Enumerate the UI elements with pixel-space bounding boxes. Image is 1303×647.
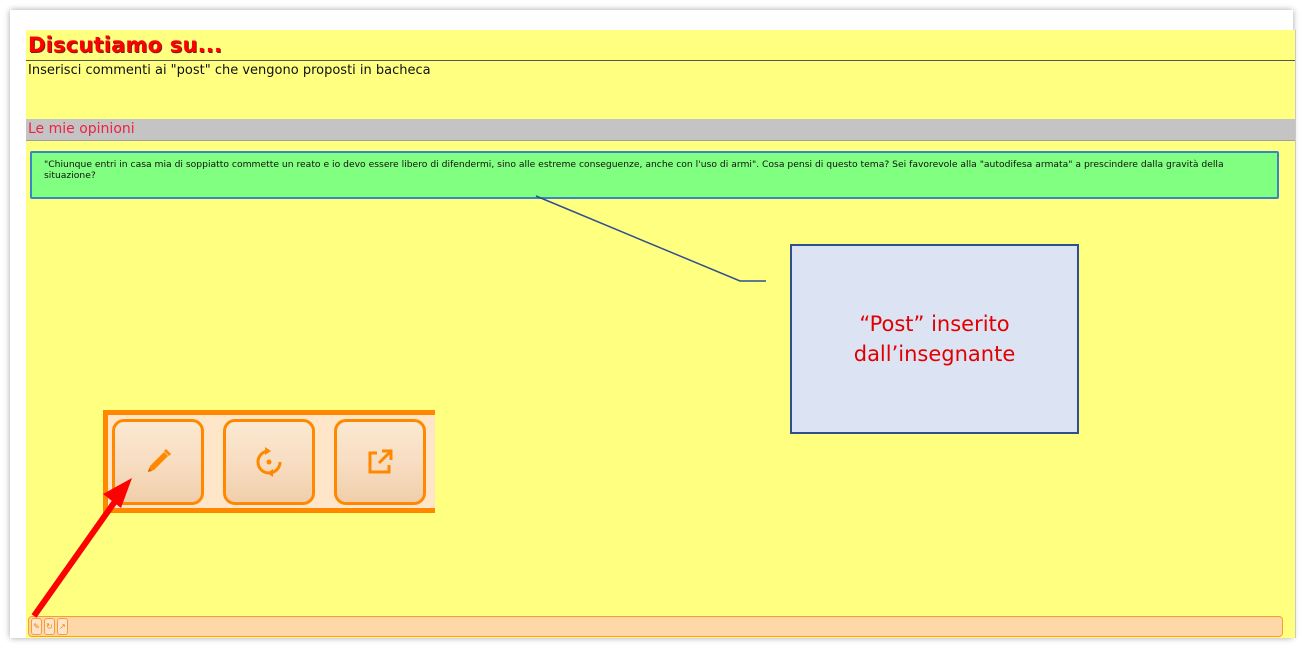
open-external-button[interactable]	[334, 419, 426, 505]
external-link-icon: ↗	[59, 622, 66, 631]
edit-button[interactable]	[112, 419, 204, 505]
section-header: Le mie opinioni	[26, 119, 1295, 141]
callout-text: “Post” inserito dall’insegnante	[853, 312, 1016, 366]
post-text: "Chiunque entri in casa mia di soppiatto…	[44, 159, 1224, 181]
refresh-button[interactable]	[223, 419, 315, 505]
mini-refresh-button[interactable]: ↻	[44, 618, 55, 635]
refresh-icon: ↻	[46, 622, 53, 631]
mini-edit-button[interactable]: ✎	[31, 618, 42, 635]
callout-box: “Post” inserito dall’insegnante	[790, 244, 1079, 434]
title-divider	[26, 60, 1295, 61]
discussion-page: Discutiamo su... Inserisci commenti ai "…	[26, 30, 1296, 638]
page-title: Discutiamo su...	[28, 33, 223, 57]
pencil-icon: ✎	[33, 622, 40, 631]
section-title: Le mie opinioni	[28, 121, 135, 137]
page-subtitle: Inserisci commenti ai "post" che vengono…	[28, 63, 431, 78]
teacher-post[interactable]: "Chiunque entri in casa mia di soppiatto…	[30, 151, 1279, 199]
mini-open-external-button[interactable]: ↗	[57, 618, 68, 635]
zoomed-toolbar	[103, 410, 435, 513]
external-link-icon	[368, 449, 393, 474]
post-toolbar: ✎ ↻ ↗	[28, 616, 1283, 637]
pencil-icon	[148, 448, 172, 472]
refresh-icon	[256, 447, 282, 477]
